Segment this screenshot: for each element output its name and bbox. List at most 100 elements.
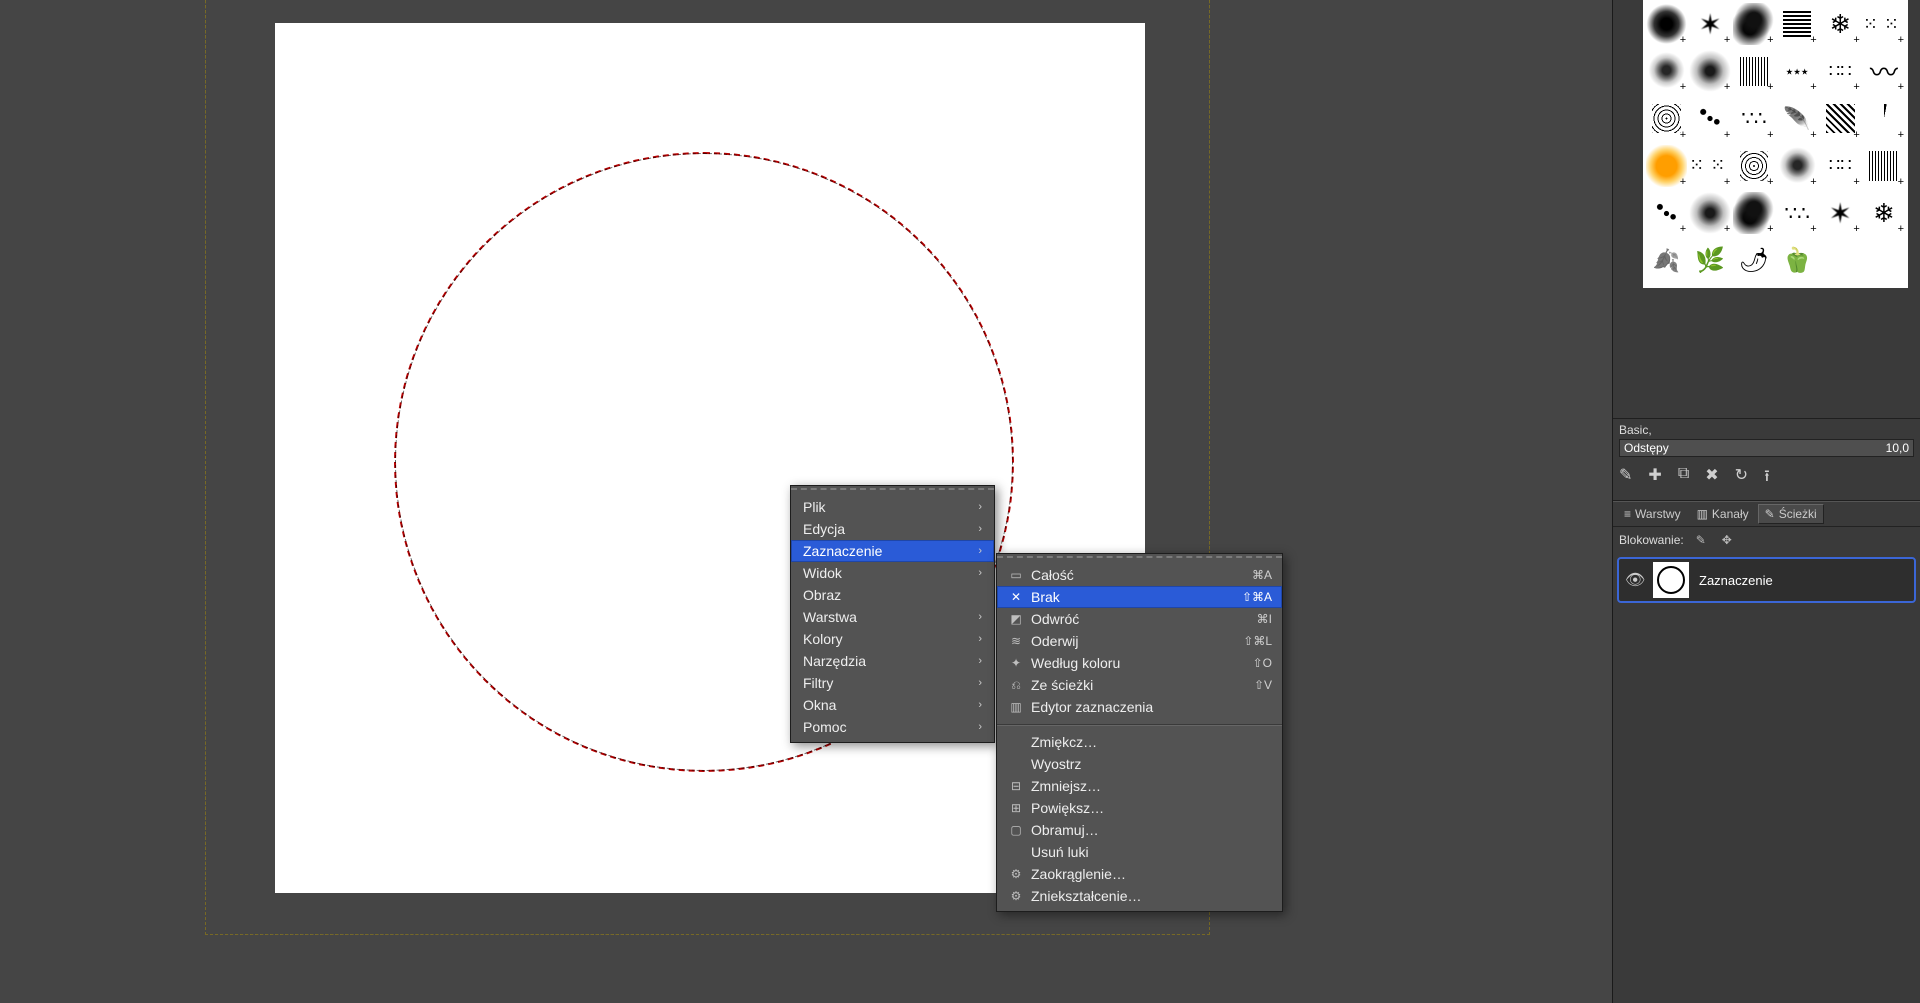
brush-preset[interactable]: + bbox=[1689, 3, 1731, 45]
brush-preset[interactable]: + bbox=[1777, 192, 1818, 234]
menu-label: Okna bbox=[803, 697, 836, 713]
brush-preset[interactable]: + bbox=[1689, 145, 1731, 187]
context-menu[interactable]: Plik › Edycja › Zaznaczenie › Widok › Ob… bbox=[790, 485, 995, 743]
submenu-item-grow[interactable]: ⊞ Powiększ… bbox=[997, 797, 1282, 819]
menu-label: Warstwa bbox=[803, 609, 857, 625]
menu-item-view[interactable]: Widok › bbox=[791, 562, 994, 584]
lock-position-icon[interactable]: ✥ bbox=[1718, 531, 1736, 549]
visibility-eye-icon[interactable]: 👁 bbox=[1625, 570, 1643, 590]
brush-preset[interactable]: + bbox=[1820, 145, 1861, 187]
submenu-item-from-path[interactable]: ⎌ Ze ścieżki ⇧V bbox=[997, 674, 1282, 696]
brush-preset[interactable]: + bbox=[1777, 3, 1818, 45]
brush-duplicate-icon[interactable]: ⧉ bbox=[1678, 465, 1689, 492]
brush-open-icon[interactable]: ⭱ bbox=[1764, 465, 1770, 492]
brush-toolbar: ✎ ✚ ⧉ ✖ ↻ ⭱ bbox=[1613, 461, 1920, 501]
select-shrink-icon: ⊟ bbox=[1007, 779, 1025, 793]
submenu-label: Usuń luki bbox=[1031, 844, 1272, 860]
brush-preset[interactable]: + bbox=[1863, 145, 1905, 187]
brush-preset[interactable]: + bbox=[1646, 145, 1687, 187]
brush-preset[interactable]: + bbox=[1689, 50, 1731, 92]
brush-new-icon[interactable]: ✚ bbox=[1648, 465, 1661, 492]
tab-label: Warstwy bbox=[1635, 507, 1681, 521]
brush-preset[interactable]: + bbox=[1733, 192, 1774, 234]
brush-preset[interactable] bbox=[1646, 240, 1687, 282]
brush-refresh-icon[interactable]: ↻ bbox=[1735, 465, 1748, 492]
brush-spacing-slider[interactable]: Odstępy 10,0 bbox=[1619, 439, 1914, 457]
menu-tearoff-handle[interactable] bbox=[791, 488, 994, 494]
submenu-label: Zmiękcz… bbox=[1031, 734, 1272, 750]
canvas-area[interactable]: Plik › Edycja › Zaznaczenie › Widok › Ob… bbox=[0, 0, 1600, 1003]
brush-preset[interactable]: + bbox=[1820, 98, 1861, 140]
submenu-item-float[interactable]: ≋ Oderwij ⇧⌘L bbox=[997, 630, 1282, 652]
brush-preset[interactable]: + bbox=[1733, 145, 1774, 187]
path-item[interactable]: 👁 Zaznaczenie bbox=[1617, 557, 1916, 603]
submenu-item-rounded[interactable]: ⚙ Zaokrąglenie… bbox=[997, 863, 1282, 885]
brush-preset[interactable]: + bbox=[1863, 3, 1905, 45]
brush-preset[interactable]: + bbox=[1820, 192, 1861, 234]
menu-item-selection[interactable]: Zaznaczenie › bbox=[791, 540, 994, 562]
layers-icon: ≡ bbox=[1624, 507, 1631, 521]
submenu-item-remove-holes[interactable]: Usuń luki bbox=[997, 841, 1282, 863]
brushes-grid[interactable]: + + + + + + + + + + + + + + + + + + + + … bbox=[1643, 0, 1908, 288]
submenu-item-invert[interactable]: ◩ Odwróć ⌘I bbox=[997, 608, 1282, 630]
brush-preset[interactable]: + bbox=[1646, 50, 1687, 92]
menu-item-layer[interactable]: Warstwa › bbox=[791, 606, 994, 628]
brush-preset[interactable] bbox=[1689, 240, 1731, 282]
brush-preset[interactable] bbox=[1777, 240, 1818, 282]
menu-item-image[interactable]: Obraz bbox=[791, 584, 994, 606]
tab-label: Kanały bbox=[1712, 507, 1749, 521]
brush-preset[interactable]: + bbox=[1863, 192, 1905, 234]
chevron-right-icon: › bbox=[978, 523, 982, 535]
select-all-icon: ▭ bbox=[1007, 568, 1025, 582]
brush-preset[interactable]: + bbox=[1863, 98, 1905, 140]
brush-preset[interactable]: + bbox=[1733, 50, 1774, 92]
menu-item-colors[interactable]: Kolory › bbox=[791, 628, 994, 650]
tab-paths[interactable]: ✎ Ścieżki bbox=[1758, 504, 1824, 524]
brush-preset[interactable]: + bbox=[1646, 98, 1687, 140]
brush-preset[interactable] bbox=[1733, 240, 1774, 282]
menu-item-file[interactable]: Plik › bbox=[791, 496, 994, 518]
lock-content-icon[interactable]: ✎ bbox=[1692, 531, 1710, 549]
brush-preset[interactable]: + bbox=[1820, 3, 1861, 45]
menu-tearoff-handle[interactable] bbox=[997, 556, 1282, 562]
selection-submenu[interactable]: ▭ Całość ⌘A ✕ Brak ⇧⌘A ◩ Odwróć ⌘I ≋ Ode… bbox=[996, 553, 1283, 912]
brush-delete-icon[interactable]: ✖ bbox=[1705, 465, 1718, 492]
chevron-right-icon: › bbox=[978, 611, 982, 623]
brush-edit-icon[interactable]: ✎ bbox=[1619, 465, 1632, 492]
brush-preset[interactable]: + bbox=[1863, 50, 1905, 92]
submenu-label: Oderwij bbox=[1031, 633, 1233, 649]
menu-item-tools[interactable]: Narzędzia › bbox=[791, 650, 994, 672]
brush-preset[interactable]: + bbox=[1733, 98, 1774, 140]
submenu-item-feather[interactable]: Zmiękcz… bbox=[997, 731, 1282, 753]
brush-preset[interactable]: + bbox=[1733, 3, 1774, 45]
brush-preset[interactable]: + bbox=[1646, 192, 1687, 234]
path-name[interactable]: Zaznaczenie bbox=[1699, 573, 1773, 588]
brush-preset[interactable]: + bbox=[1777, 145, 1818, 187]
chevron-right-icon: › bbox=[978, 633, 982, 645]
menu-item-edit[interactable]: Edycja › bbox=[791, 518, 994, 540]
submenu-item-border[interactable]: ▢ Obramuj… bbox=[997, 819, 1282, 841]
menu-label: Zaznaczenie bbox=[803, 543, 882, 559]
brush-preset[interactable]: + bbox=[1820, 50, 1861, 92]
submenu-item-selection-editor[interactable]: ▥ Edytor zaznaczenia bbox=[997, 696, 1282, 718]
submenu-item-sharpen[interactable]: Wyostrz bbox=[997, 753, 1282, 775]
chevron-right-icon: › bbox=[978, 655, 982, 667]
submenu-item-shrink[interactable]: ⊟ Zmniejsz… bbox=[997, 775, 1282, 797]
menu-item-windows[interactable]: Okna › bbox=[791, 694, 994, 716]
brush-preset[interactable]: + bbox=[1646, 3, 1687, 45]
menu-item-filters[interactable]: Filtry › bbox=[791, 672, 994, 694]
select-border-icon: ▢ bbox=[1007, 823, 1025, 837]
submenu-item-select-none[interactable]: ✕ Brak ⇧⌘A bbox=[997, 586, 1282, 608]
submenu-item-select-all[interactable]: ▭ Całość ⌘A bbox=[997, 564, 1282, 586]
brush-preset[interactable]: + bbox=[1777, 50, 1818, 92]
brush-preset[interactable]: + bbox=[1689, 98, 1731, 140]
select-round-icon: ⚙ bbox=[1007, 867, 1025, 881]
tab-layers[interactable]: ≡ Warstwy bbox=[1617, 504, 1688, 524]
submenu-item-distort[interactable]: ⚙ Zniekształcenie… bbox=[997, 885, 1282, 907]
path-thumbnail[interactable] bbox=[1653, 562, 1689, 598]
brush-preset[interactable]: + bbox=[1777, 98, 1818, 140]
brush-preset[interactable]: + bbox=[1689, 192, 1731, 234]
menu-item-help[interactable]: Pomoc › bbox=[791, 716, 994, 738]
submenu-item-by-color[interactable]: ✦ Według koloru ⇧O bbox=[997, 652, 1282, 674]
tab-channels[interactable]: ▥ Kanały bbox=[1690, 504, 1756, 524]
